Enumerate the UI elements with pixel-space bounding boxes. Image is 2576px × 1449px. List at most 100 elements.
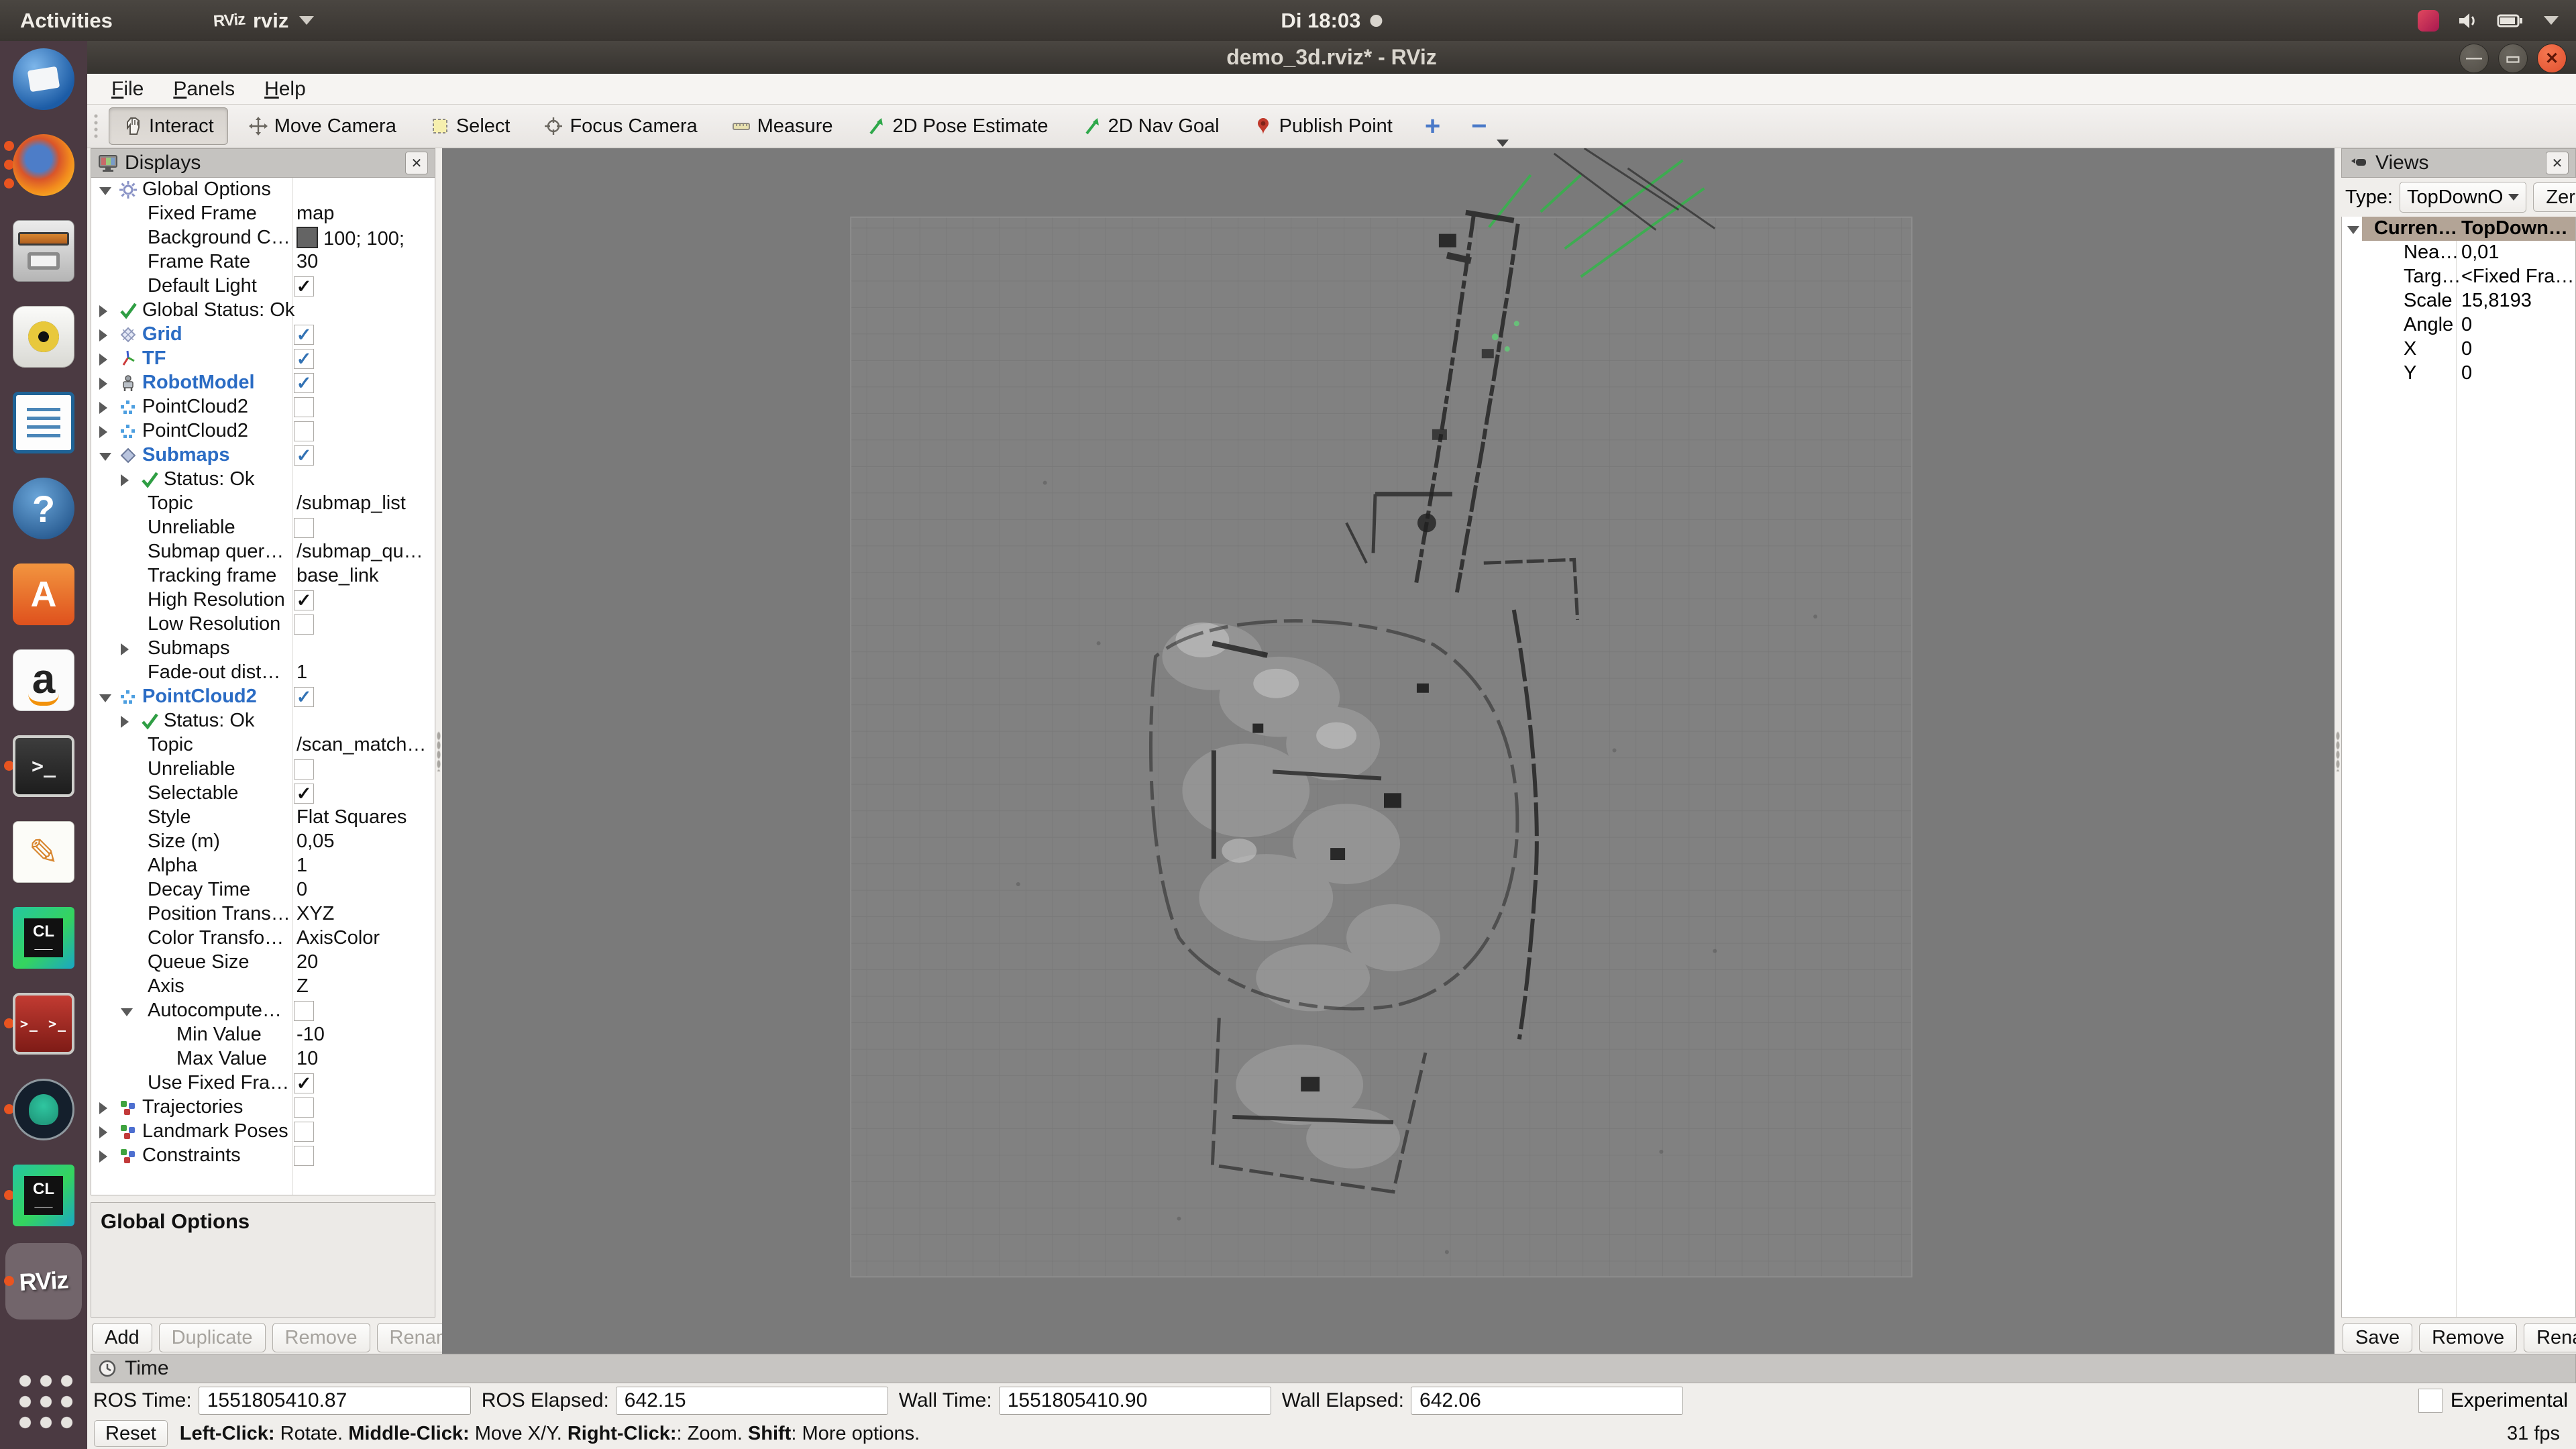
display-property-row[interactable]: AxisZ [91, 975, 435, 999]
expander-open-icon[interactable] [99, 694, 111, 702]
property-value[interactable]: -10 [297, 1024, 325, 1046]
display-property-row[interactable]: Topic/scan_match… [91, 733, 435, 757]
toolbar-drag-handle[interactable] [93, 113, 99, 140]
property-value[interactable]: 20 [297, 951, 318, 973]
checkbox-checked[interactable]: ✓ [294, 1073, 314, 1093]
display-property-row[interactable]: Fixed Framemap [91, 202, 435, 226]
property-value[interactable]: 15,8193 [2461, 290, 2532, 312]
checkbox-unchecked[interactable] [294, 614, 314, 635]
checkbox-checked[interactable]: ✓ [294, 325, 314, 345]
remove-button[interactable]: Remove [272, 1323, 370, 1352]
checkbox-checked[interactable]: ✓ [294, 373, 314, 393]
checkbox-checked[interactable]: ✓ [294, 687, 314, 707]
dock-item-rhythmbox[interactable] [13, 306, 74, 368]
expander-closed-icon[interactable] [99, 1150, 107, 1163]
display-property-row[interactable]: Selectable✓ [91, 782, 435, 806]
expander-closed-icon[interactable] [121, 474, 129, 486]
dock-item-appgrid[interactable] [13, 1368, 74, 1430]
expander-closed-icon[interactable] [99, 329, 107, 341]
expander-open-icon[interactable] [2347, 226, 2359, 234]
dock-item-clion[interactable] [13, 907, 74, 969]
tool-publish-point[interactable]: Publish Point [1240, 108, 1406, 144]
display-property-row[interactable]: PointCloud2 [91, 395, 435, 419]
display-property-row[interactable]: Frame Rate30 [91, 250, 435, 274]
view-property-row[interactable]: X0 [2342, 337, 2575, 362]
display-property-row[interactable]: Background C…100; 100; [91, 226, 435, 250]
tool-interact[interactable]: Interact [109, 107, 228, 145]
display-property-row[interactable]: Unreliable [91, 516, 435, 540]
property-value[interactable]: 0,01 [2461, 241, 2499, 264]
display-property-row[interactable]: StyleFlat Squares [91, 806, 435, 830]
checkbox-checked[interactable]: ✓ [294, 349, 314, 369]
experimental-toggle[interactable]: Experimental [2418, 1389, 2568, 1413]
display-property-row[interactable]: Alpha1 [91, 854, 435, 878]
minimize-button[interactable]: — [2459, 44, 2489, 73]
checkbox-unchecked[interactable] [294, 759, 314, 780]
view-property-row[interactable]: Targ…<Fixed Fra… [2342, 265, 2575, 289]
display-property-row[interactable]: Unreliable [91, 757, 435, 782]
property-value[interactable]: map [297, 203, 334, 225]
checkbox-unchecked[interactable] [294, 1122, 314, 1142]
expander-closed-icon[interactable] [121, 643, 129, 655]
close-button[interactable]: ✕ [2537, 44, 2567, 73]
checkbox-unchecked[interactable] [294, 1146, 314, 1166]
splitter-right[interactable] [2334, 148, 2341, 1354]
view-type-combo[interactable]: TopDownO [2400, 182, 2526, 213]
display-property-row[interactable]: RobotModel✓ [91, 371, 435, 395]
view-property-row[interactable]: Angle0 [2342, 313, 2575, 337]
display-property-row[interactable]: Default Light✓ [91, 274, 435, 299]
display-property-row[interactable]: PointCloud2 [91, 419, 435, 443]
view-property-row[interactable]: Scale15,8193 [2342, 289, 2575, 313]
system-indicators[interactable] [2418, 9, 2559, 32]
maximize-button[interactable]: ▭ [2498, 44, 2528, 73]
display-property-row[interactable]: Submaps [91, 637, 435, 661]
display-property-row[interactable]: Size (m)0,05 [91, 830, 435, 854]
tool-select[interactable]: Select [417, 108, 524, 144]
view-property-row[interactable]: Y0 [2342, 362, 2575, 386]
close-icon[interactable]: ✕ [2546, 152, 2569, 174]
experimental-checkbox[interactable] [2418, 1389, 2443, 1413]
property-value[interactable]: 0 [2461, 314, 2472, 336]
checkbox-checked[interactable]: ✓ [294, 590, 314, 610]
view-current-row[interactable]: Curren…TopDown… [2342, 217, 2575, 241]
expander-closed-icon[interactable] [99, 426, 107, 438]
splitter-left[interactable] [435, 148, 442, 1354]
ros-time-input[interactable]: 1551805410.87 [199, 1387, 471, 1415]
display-property-row[interactable]: Low Resolution [91, 612, 435, 637]
expander-open-icon[interactable] [99, 453, 111, 461]
expander-closed-icon[interactable] [99, 378, 107, 390]
display-property-row[interactable]: Decay Time0 [91, 878, 435, 902]
expander-open-icon[interactable] [99, 187, 111, 195]
property-value[interactable]: Flat Squares [297, 806, 407, 828]
dock-item-terminal[interactable]: >_ [13, 735, 74, 797]
display-property-row[interactable]: PointCloud2✓ [91, 685, 435, 709]
views-panel-header[interactable]: Views ✕ [2341, 148, 2576, 178]
tool-focus-camera[interactable]: Focus Camera [530, 108, 710, 144]
display-property-row[interactable]: Landmark Poses [91, 1120, 435, 1144]
checkbox-checked[interactable]: ✓ [294, 784, 314, 804]
display-property-row[interactable]: Topic/submap_list [91, 492, 435, 516]
display-property-row[interactable]: Tracking framebase_link [91, 564, 435, 588]
checkbox-checked[interactable]: ✓ [294, 445, 314, 466]
property-value[interactable]: /scan_match… [297, 734, 426, 756]
checkbox-unchecked[interactable] [294, 421, 314, 441]
property-value[interactable]: 0 [297, 879, 307, 901]
property-value[interactable]: <Fixed Fra… [2461, 266, 2574, 288]
title-bar[interactable]: demo_3d.rviz* - RViz — ▭ ✕ [87, 41, 2576, 74]
property-value[interactable]: /submap_qu… [297, 541, 423, 563]
dock-item-clion2[interactable] [13, 1165, 74, 1226]
dock-item-rviz[interactable]: RViz [13, 1250, 74, 1312]
rename-view-button[interactable]: Rename [2524, 1323, 2576, 1352]
display-property-row[interactable]: Position Trans…XYZ [91, 902, 435, 926]
dock-item-help[interactable]: ? [13, 478, 74, 539]
checkbox-unchecked[interactable] [294, 518, 314, 538]
expander-closed-icon[interactable] [99, 402, 107, 414]
app-menu[interactable]: RViz rviz [213, 9, 315, 33]
menu-file[interactable]: File [97, 78, 158, 101]
property-value[interactable]: TopDown… [2461, 217, 2568, 239]
remove-view-button[interactable]: Remove [2419, 1323, 2517, 1352]
checkbox-unchecked[interactable] [294, 1001, 314, 1021]
duplicate-button[interactable]: Duplicate [159, 1323, 266, 1352]
save-view-button[interactable]: Save [2343, 1323, 2412, 1352]
property-value[interactable]: 10 [297, 1048, 318, 1070]
